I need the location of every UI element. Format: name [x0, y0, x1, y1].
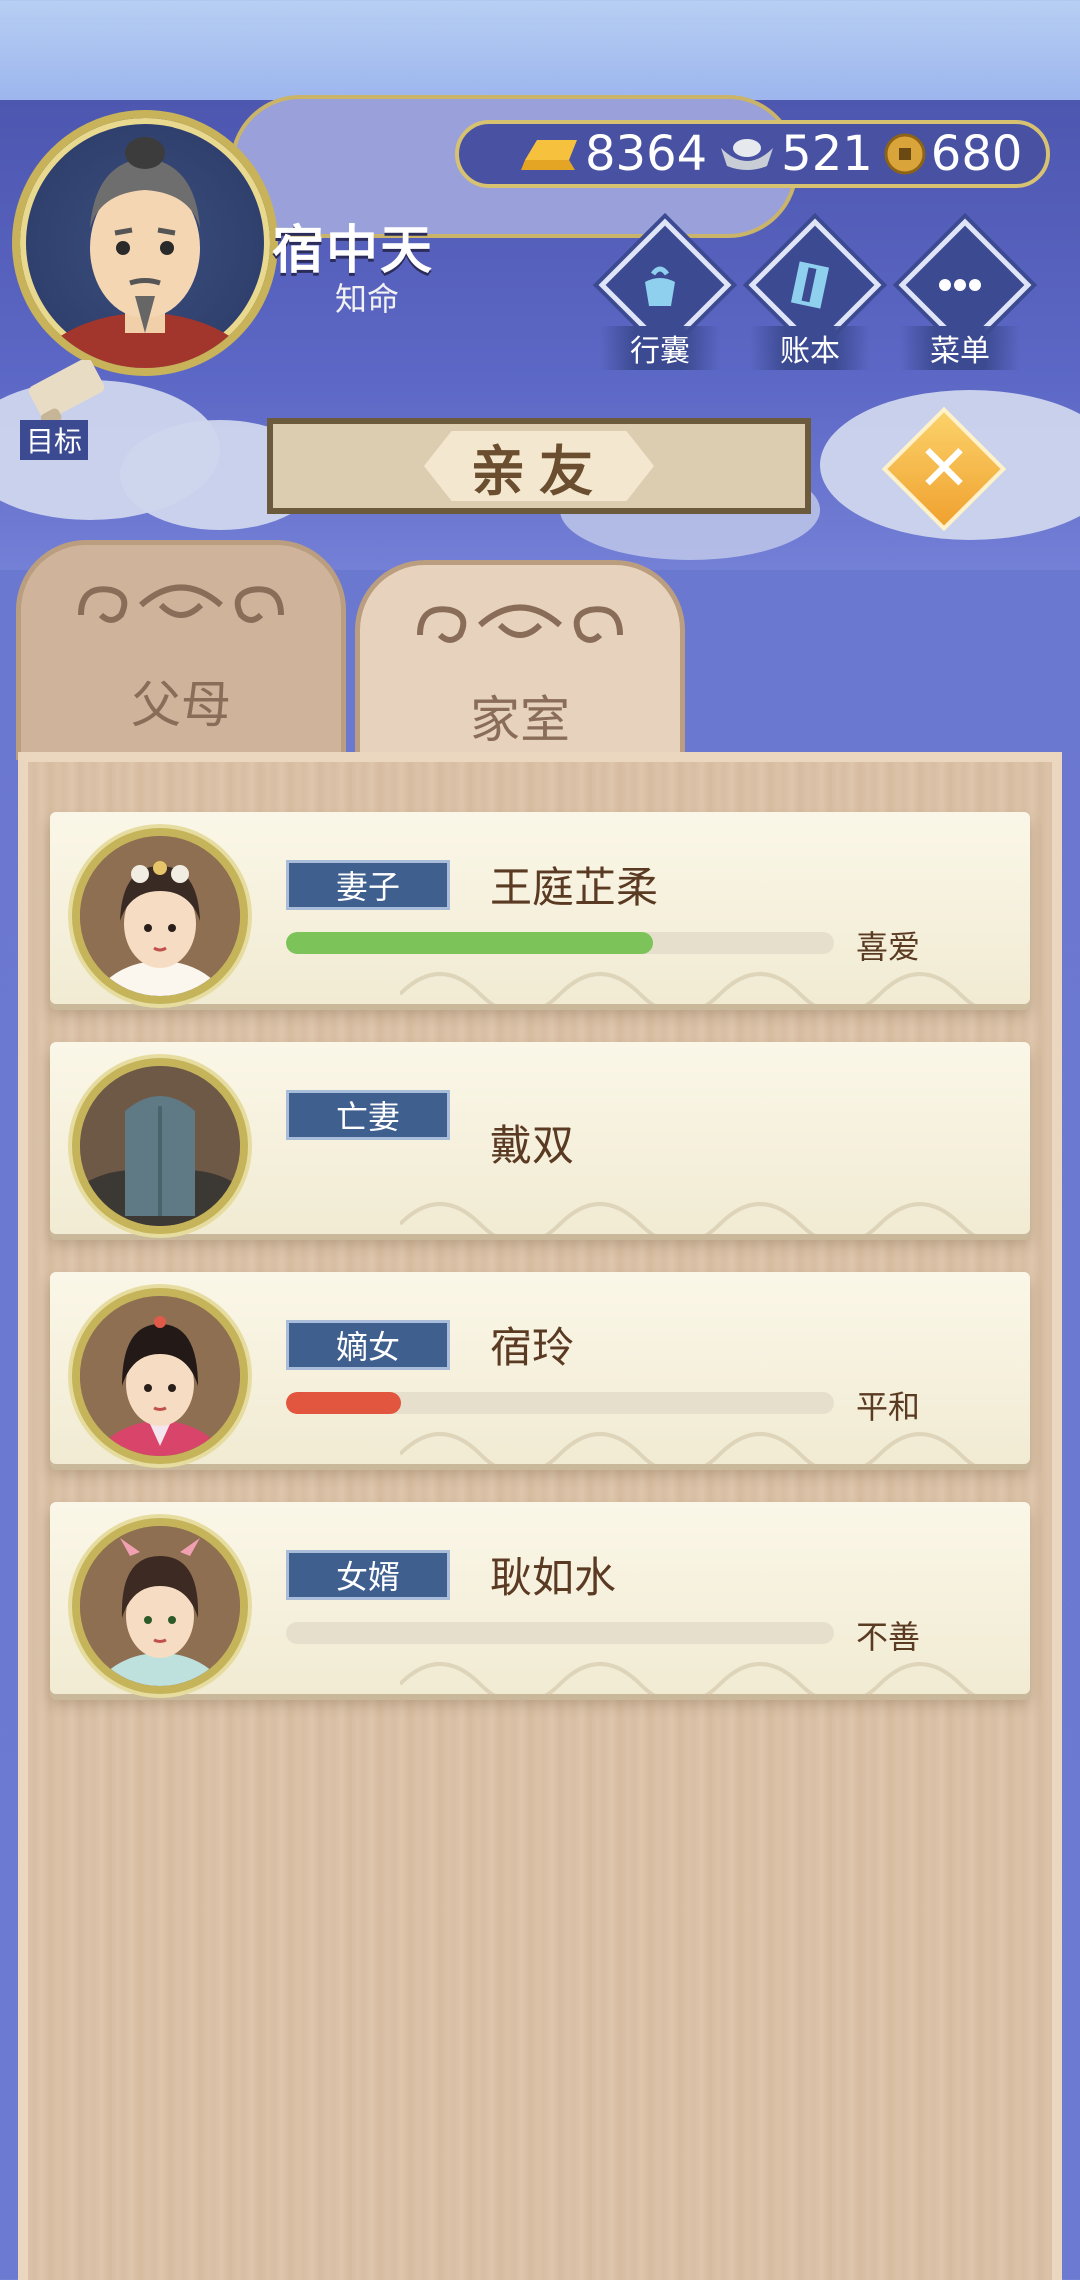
tab-parents[interactable]: 父母	[16, 540, 346, 760]
relation-tag: 嫡女	[286, 1320, 450, 1370]
close-icon: ✕	[917, 432, 971, 506]
book-icon	[790, 261, 830, 309]
silver-counter: 521	[717, 126, 873, 182]
gold-amount: 8364	[585, 126, 708, 182]
affection-bar	[286, 1392, 834, 1414]
attitude-label: 平和	[856, 1388, 921, 1426]
relation-tag: 妻子	[286, 860, 450, 910]
relative-row[interactable]: 妻子 王庭芷柔 喜爱	[50, 812, 1030, 1004]
relative-portrait	[72, 1518, 248, 1694]
bag-label: 行囊	[600, 326, 720, 370]
silver-amount: 521	[781, 126, 873, 182]
goal-button[interactable]: 目标	[12, 358, 122, 460]
goal-label: 目标	[20, 420, 89, 460]
panel-title: 亲友	[424, 431, 654, 501]
menu-button[interactable]: 菜单	[898, 218, 1032, 370]
affection-bar	[286, 932, 834, 954]
relative-name: 戴双	[490, 1121, 575, 1170]
copper-coin-icon	[884, 133, 926, 175]
gold-bar-icon	[521, 140, 577, 170]
relative-row[interactable]: 亡妻 戴双	[50, 1042, 1030, 1234]
tombstone-portrait	[72, 1058, 248, 1234]
relative-name: 耿如水	[490, 1553, 617, 1602]
relation-tag: 亡妻	[286, 1090, 450, 1140]
tab-parents-label: 父母	[131, 676, 231, 734]
attitude-label: 不善	[856, 1618, 921, 1656]
bag-icon	[645, 266, 675, 306]
currency-bar: 8364 521 680	[455, 120, 1050, 188]
relation-tag: 女婿	[286, 1550, 450, 1600]
gold-counter: 8364	[519, 126, 707, 182]
more-dots-icon	[939, 279, 981, 291]
relative-portrait	[72, 828, 248, 1004]
player-title: 知命	[335, 280, 400, 318]
affection-bar-fill	[286, 932, 654, 954]
attitude-label: 喜爱	[856, 928, 921, 966]
affection-bar-fill	[286, 1392, 402, 1414]
relative-name: 王庭芷柔	[490, 863, 659, 912]
player-avatar[interactable]	[12, 110, 278, 376]
coin-amount: 680	[930, 126, 1023, 182]
tab-family-label: 家室	[470, 691, 570, 749]
relative-row[interactable]: 嫡女 宿玲 平和	[50, 1272, 1030, 1464]
relative-name: 宿玲	[490, 1323, 575, 1372]
panel-title-banner: 亲友	[267, 418, 811, 514]
bag-button[interactable]: 行囊	[598, 218, 732, 370]
relative-portrait	[72, 1288, 248, 1464]
cloud-swirl-icon	[78, 584, 284, 623]
silver-ingot-icon	[721, 139, 774, 170]
coin-counter: 680	[883, 126, 1023, 182]
ledger-button[interactable]: 账本	[748, 218, 882, 370]
affection-bar	[286, 1622, 834, 1644]
cloud-swirl-icon	[417, 604, 623, 643]
player-name: 宿中天	[272, 221, 435, 281]
ledger-label: 账本	[750, 326, 870, 370]
menu-label: 菜单	[900, 326, 1020, 370]
relative-row[interactable]: 女婿 耿如水 不善	[50, 1502, 1030, 1694]
tab-family[interactable]: 家室	[355, 560, 685, 770]
